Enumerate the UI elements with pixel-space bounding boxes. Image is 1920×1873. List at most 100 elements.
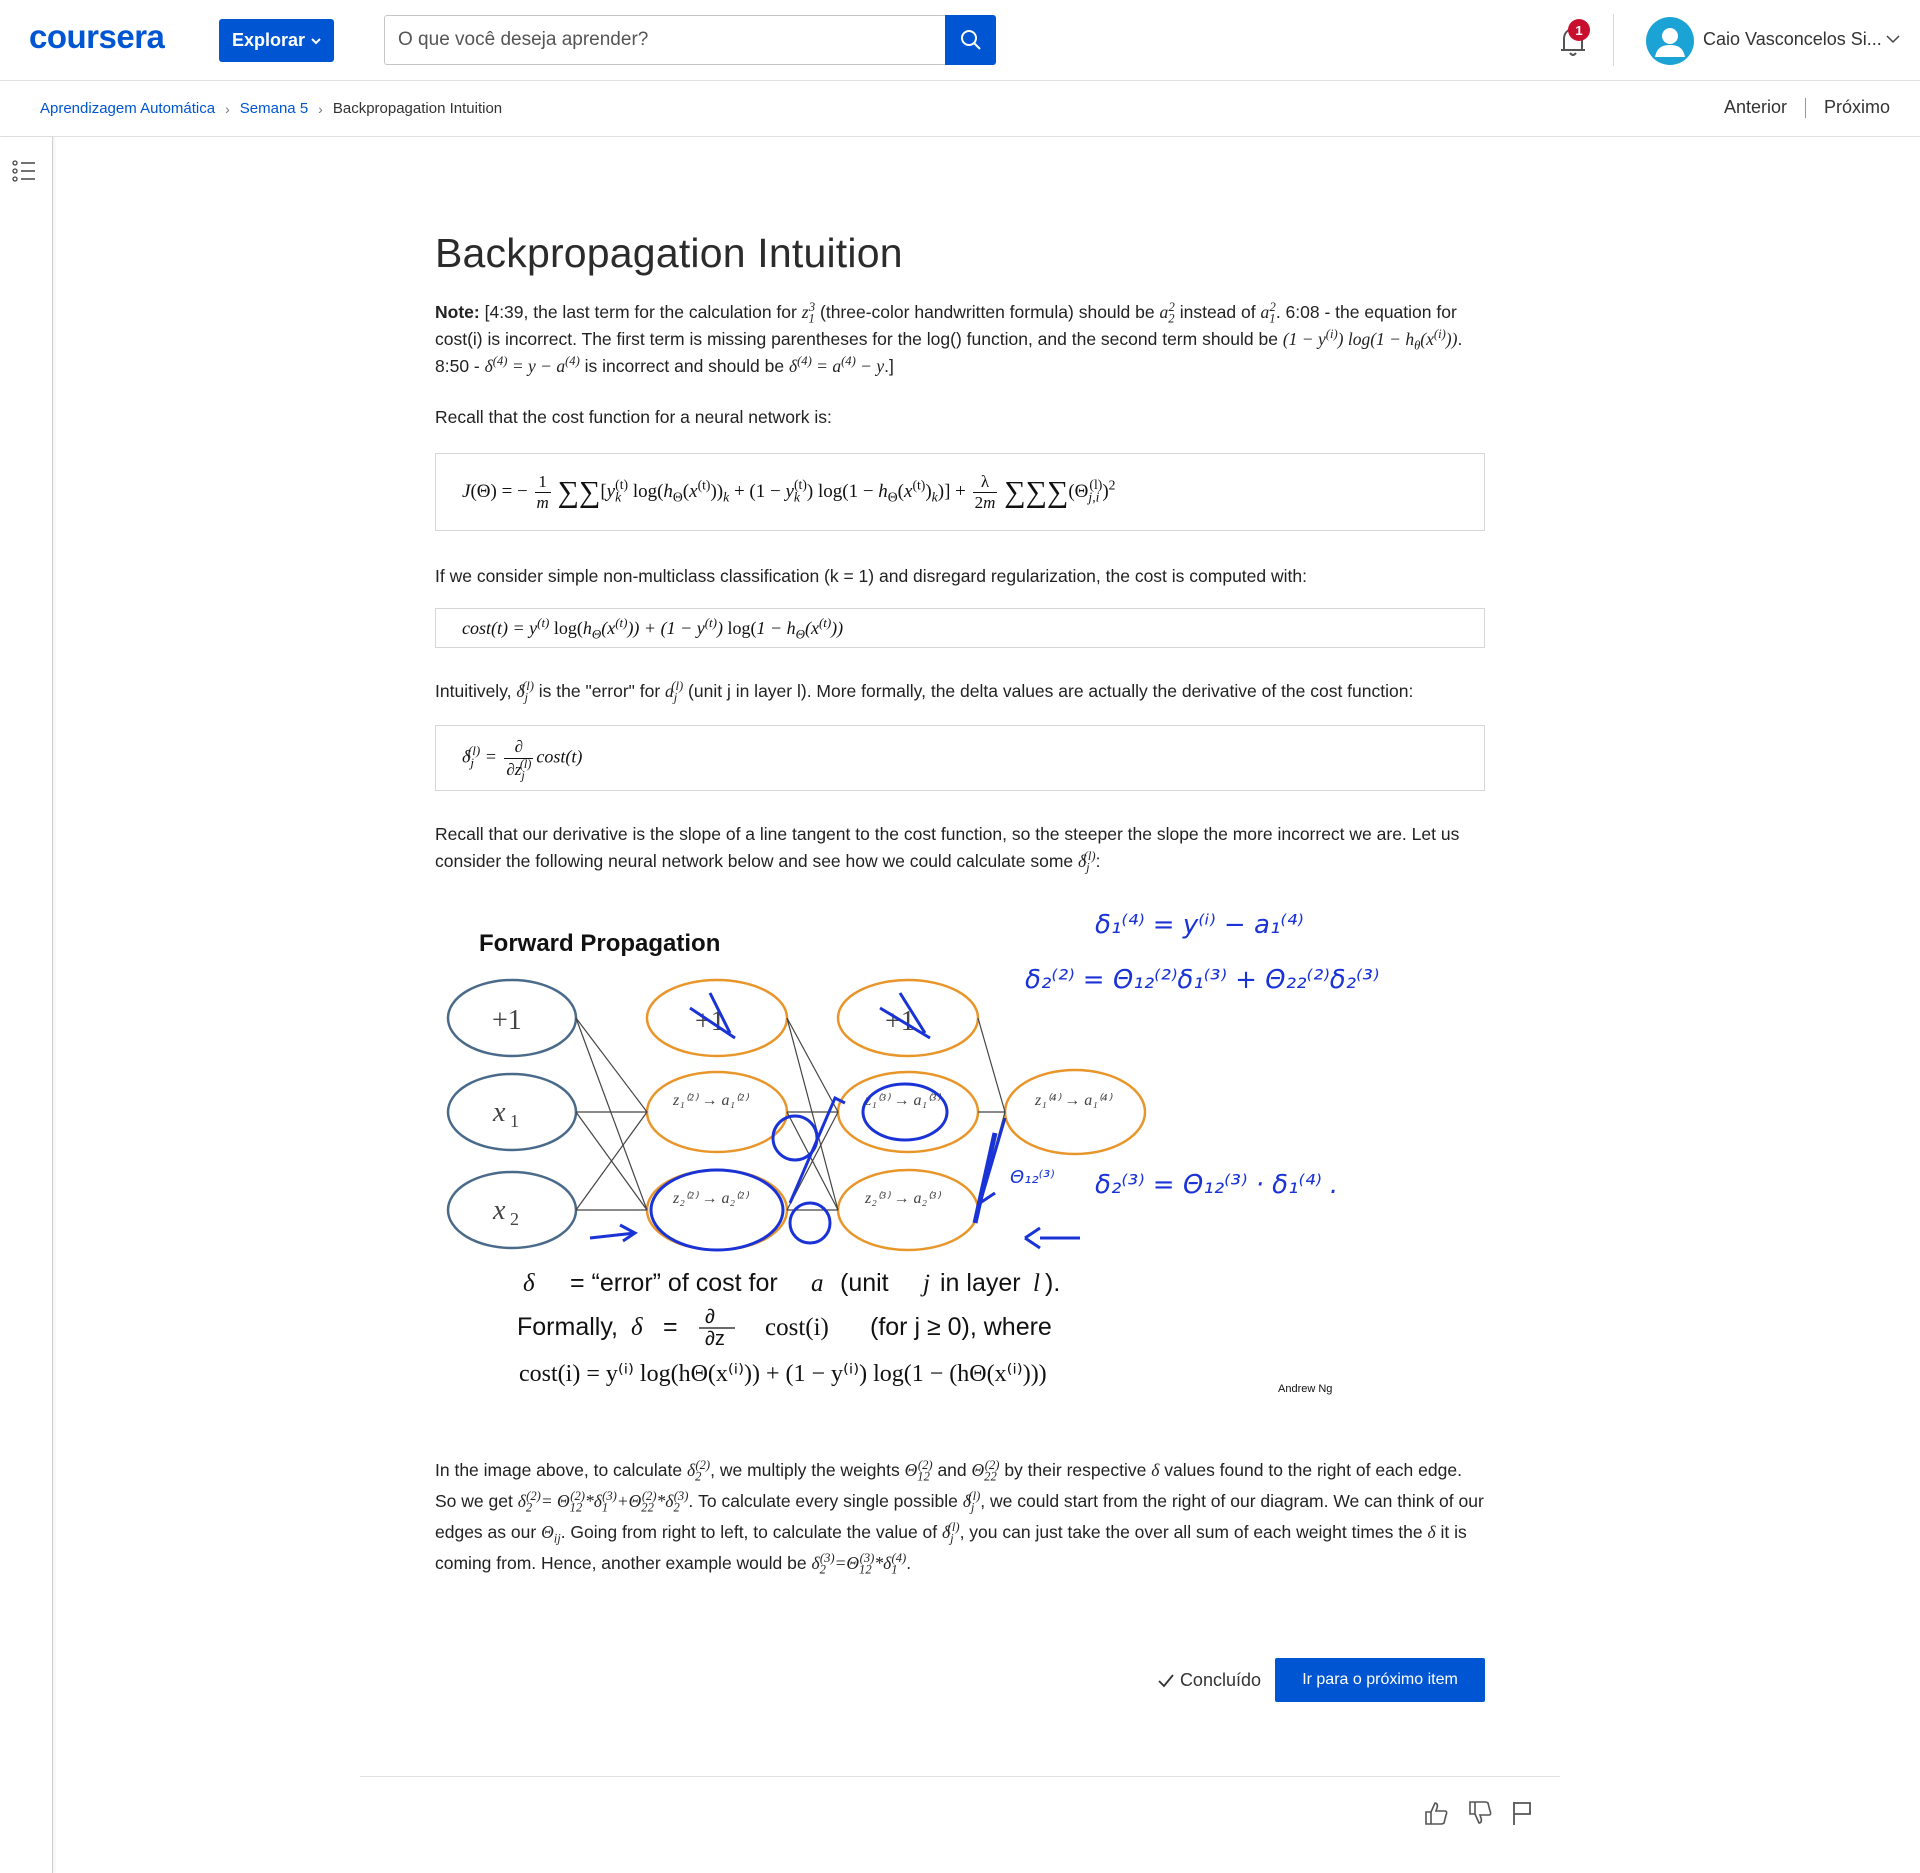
note-text-7: .]	[884, 356, 894, 376]
intuition-text-1: Intuitively,	[435, 681, 512, 701]
page-title: Backpropagation Intuition	[435, 230, 903, 276]
next-item-button[interactable]: Ir para o próximo item	[1275, 1658, 1485, 1702]
explore-button[interactable]: Explorar	[219, 19, 334, 62]
svg-text:z₂⁽³⁾ → a₂⁽³⁾: z₂⁽³⁾ → a₂⁽³⁾	[864, 1190, 942, 1207]
avatar[interactable]	[1646, 17, 1694, 65]
svg-text:z₁⁽⁴⁾ → a₁⁽⁴⁾: z₁⁽⁴⁾ → a₁⁽⁴⁾	[1034, 1092, 1113, 1109]
svg-text:=: =	[663, 1313, 678, 1341]
search-input[interactable]: O que você deseja aprender?	[384, 15, 945, 65]
figure-credit: Andrew Ng	[1278, 1383, 1332, 1395]
flag-icon[interactable]	[1511, 1800, 1533, 1826]
svg-text:δ₁⁽⁴⁾ = y⁽ⁱ⁾ − a₁⁽⁴⁾: δ₁⁽⁴⁾ = y⁽ⁱ⁾ − a₁⁽⁴⁾	[1095, 910, 1304, 940]
layer3-unit2	[836, 1168, 980, 1252]
previous-link[interactable]: Anterior	[1724, 97, 1787, 118]
coursera-logo[interactable]: coursera	[29, 18, 165, 56]
article: Backpropagation Intuition Note: [4:39, t…	[435, 230, 1485, 1579]
explanation-text-9: , you can just take the over all sum of …	[959, 1522, 1423, 1542]
search-button[interactable]	[945, 15, 996, 65]
svg-text:∂z: ∂z	[705, 1328, 725, 1350]
next-link[interactable]: Próximo	[1824, 97, 1890, 118]
svg-text:Θ₁₂⁽³⁾: Θ₁₂⁽³⁾	[1010, 1167, 1055, 1188]
svg-text:cost(i) = y⁽ⁱ⁾ log(hΘ(x⁽ⁱ⁾)) +: cost(i) = y⁽ⁱ⁾ log(hΘ(x⁽ⁱ⁾)) + (1 − y⁽ⁱ⁾…	[519, 1361, 1047, 1387]
breadcrumb-bar: Aprendizagem Automática › Semana 5 › Bac…	[0, 80, 1920, 137]
output-unit	[1003, 1068, 1147, 1156]
svg-text:(unit: (unit	[840, 1269, 889, 1297]
svg-text:).: ).	[1045, 1269, 1060, 1297]
explanation-text-8: . Going from right to left, to calculate…	[560, 1522, 938, 1542]
layer2-unit1	[645, 1070, 789, 1154]
recall-paragraph: Recall that the cost function for a neur…	[435, 407, 832, 427]
explanation-text-3: and	[937, 1460, 967, 1480]
thumbs-down-icon[interactable]	[1467, 1800, 1493, 1826]
chevron-down-icon	[311, 37, 321, 44]
svg-text:j: j	[920, 1270, 930, 1297]
user-icon	[1655, 28, 1685, 57]
explanation-text-1: In the image above, to calculate	[435, 1460, 683, 1480]
item-navigation: Anterior Próximo	[1724, 97, 1890, 118]
intuition-text-3: (unit j in layer l). More formally, the …	[688, 681, 1414, 701]
completed-status: Concluído	[1158, 1670, 1261, 1691]
svg-text:∂: ∂	[705, 1306, 715, 1328]
breadcrumb-separator: ›	[318, 100, 323, 117]
nav-divider	[1804, 97, 1806, 118]
explanation-text-6: . To calculate every single possible	[688, 1491, 958, 1511]
error-definition: δ = “error” of cost for a (unit j in lay…	[517, 1269, 1060, 1387]
explanation-text-2: , we multiply the weights	[710, 1460, 900, 1480]
svg-text:δ₂⁽³⁾ = Θ₁₂⁽³⁾ · δ₁⁽⁴⁾ .: δ₂⁽³⁾ = Θ₁₂⁽³⁾ · δ₁⁽⁴⁾ .	[1095, 1170, 1338, 1200]
slope-paragraph: Recall that our derivative is the slope …	[435, 824, 1460, 875]
notification-badge: 1	[1568, 19, 1590, 41]
handwritten-text: δ₁⁽⁴⁾ = y⁽ⁱ⁾ − a₁⁽⁴⁾ δ₂⁽²⁾ = Θ₁₂⁽²⁾δ₁⁽³⁾…	[1010, 910, 1379, 1200]
explanation-text-4: by their respective	[1004, 1460, 1147, 1480]
backprop-diagram: Forward Propagation +1 x 1 x 2 +1 +1 z₁⁽…	[435, 893, 1485, 1433]
note-text-6: is incorrect and should be	[584, 356, 785, 376]
bias-label: +1	[492, 1005, 522, 1036]
check-icon	[1158, 1673, 1174, 1687]
breadcrumb-course[interactable]: Aprendizagem Automática	[40, 100, 215, 117]
svg-text:in layer: in layer	[940, 1269, 1021, 1297]
list-icon[interactable]	[12, 160, 36, 182]
svg-text:δ: δ	[631, 1314, 643, 1341]
x1-label: x	[492, 1097, 506, 1128]
feedback-icons	[1423, 1800, 1533, 1826]
figure-title: Forward Propagation	[479, 930, 720, 957]
svg-text:δ: δ	[523, 1270, 535, 1297]
user-name[interactable]: Caio Vasconcelos Si...	[1703, 29, 1882, 50]
note-text-3: instead of	[1179, 302, 1256, 322]
simple-classification-paragraph: If we consider simple non-multiclass cla…	[435, 566, 1307, 586]
completion-actions: Concluído Ir para o próximo item	[435, 1658, 1485, 1702]
svg-text:δ₂⁽²⁾ = Θ₁₂⁽²⁾δ₁⁽³⁾ + Θ₂₂⁽²⁾δ₂: δ₂⁽²⁾ = Θ₁₂⁽²⁾δ₁⁽³⁾ + Θ₂₂⁽²⁾δ₂⁽³⁾	[1025, 965, 1379, 995]
intuition-text-2: is the "error" for	[538, 681, 661, 701]
cost-t-formula: cost(t) = y(t) log(hΘ(x(t))) + (1 − y(t)…	[435, 608, 1485, 648]
header-divider	[1613, 14, 1614, 66]
svg-text:a: a	[811, 1270, 824, 1297]
x2-subscript: 2	[510, 1209, 519, 1229]
svg-text:cost(i): cost(i)	[765, 1314, 829, 1341]
slope-text: Recall that our derivative is the slope …	[435, 824, 1460, 871]
svg-text:z₁⁽²⁾ → a₁⁽²⁾: z₁⁽²⁾ → a₁⁽²⁾	[672, 1092, 750, 1109]
svg-text:l: l	[1033, 1270, 1040, 1297]
breadcrumb: Aprendizagem Automática › Semana 5 › Bac…	[40, 100, 502, 117]
left-rail	[0, 137, 53, 1873]
breadcrumb-current: Backpropagation Intuition	[332, 100, 503, 117]
diagram-svg: Forward Propagation +1 x 1 x 2 +1 +1 z₁⁽…	[446, 910, 1379, 1395]
x1-subscript: 1	[510, 1111, 519, 1131]
delta-derivative-formula: δj(l) = ∂ ∂zj(l) cost(t)	[435, 725, 1485, 791]
network-edges	[575, 1017, 1006, 1211]
search-icon	[960, 30, 981, 50]
note-text-2: (three-color handwritten formula) should…	[820, 302, 1155, 322]
cost-function-formula: J(Θ) = − 1m ∑∑[yk(t) log(hΘ(x(t)))k + (1…	[435, 453, 1485, 531]
breadcrumb-week[interactable]: Semana 5	[240, 100, 308, 117]
svg-text:(for j ≥ 0), where: (for j ≥ 0), where	[870, 1313, 1052, 1341]
note-text-1: [4:39, the last term for the calculation…	[484, 302, 797, 322]
top-header: coursera Explorar O que você deseja apre…	[0, 0, 1920, 81]
breadcrumb-separator: ›	[225, 100, 230, 117]
svg-text:= “error” of cost for: = “error” of cost for	[570, 1269, 778, 1297]
intuition-paragraph: Intuitively, δj(l) is the "error" for aj…	[435, 679, 1414, 705]
thumbs-up-icon[interactable]	[1423, 1800, 1449, 1826]
x2-label: x	[492, 1195, 506, 1226]
note-label: Note:	[435, 302, 480, 322]
svg-text:z₁⁽³⁾ → a₁⁽³⁾: z₁⁽³⁾ → a₁⁽³⁾	[864, 1092, 942, 1109]
completed-label: Concluído	[1179, 1670, 1261, 1690]
chevron-down-icon[interactable]	[1886, 34, 1900, 44]
svg-text:z₂⁽²⁾ → a₂⁽²⁾: z₂⁽²⁾ → a₂⁽²⁾	[672, 1190, 750, 1207]
